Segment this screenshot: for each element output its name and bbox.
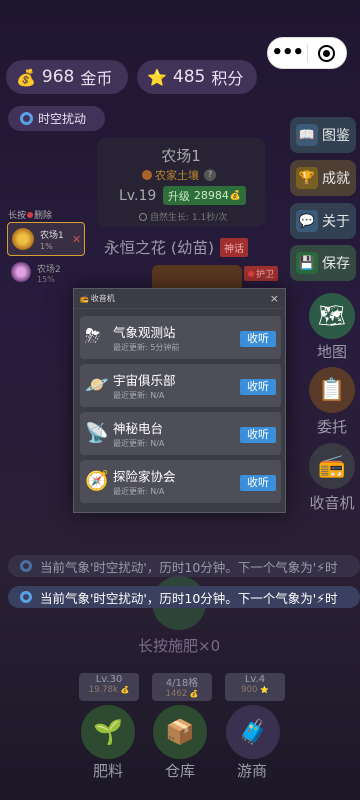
close-miniprogram-icon[interactable] <box>307 44 346 62</box>
fertilize-hint: 长按施肥×0 <box>138 637 221 655</box>
close-icon[interactable]: × <box>270 292 279 305</box>
coins-value: 968 <box>41 67 75 87</box>
soil-row: 农家土壤 ? <box>142 167 216 183</box>
fertilizer-label[interactable]: 肥料 <box>78 760 138 781</box>
planet-icon: 🪐 <box>85 374 109 396</box>
map-label[interactable]: 地图 <box>302 341 360 362</box>
star-icon: ⭐ <box>147 67 167 87</box>
station-cosmos-club: 🪐 宇宙俱乐部 最近更新: N/A 收听 <box>80 364 281 407</box>
trophy-icon: 🏆 <box>296 167 318 189</box>
coins-pill: 💰 968 金币 <box>6 60 128 94</box>
warehouse-stats: 4/18格 1462 💰 <box>152 673 212 701</box>
plant-name: 永恒之花 (幼苗) <box>104 239 215 257</box>
money-bag-icon: 💰 <box>189 690 199 698</box>
points-pill: ⭐ 485 积分 <box>137 60 257 94</box>
swirl-icon <box>20 560 32 572</box>
chat-icon: 💬 <box>296 210 318 232</box>
achievements-button[interactable]: 🏆 成就 <box>290 160 356 196</box>
help-badge[interactable]: ? <box>204 169 216 181</box>
points-unit: 积分 <box>211 69 244 88</box>
station-mystery: 📡 神秘电台 最近更新: N/A 收听 <box>80 412 281 455</box>
flower-icon <box>12 228 34 250</box>
fertilizer-stats: Lv.30 19.78k 💰 <box>79 673 139 701</box>
farm-list-item-1[interactable]: 农场1 1% ✕ <box>7 222 85 256</box>
bloom-icon <box>11 262 31 282</box>
save-button[interactable]: 💾 保存 <box>290 245 356 281</box>
points-value: 485 <box>172 67 206 87</box>
shield-dot-icon <box>248 270 254 277</box>
compass-icon: 🧭 <box>85 470 109 492</box>
station-weather: ⛈ 气象观测站 最近更新: 5分钟前 收听 <box>80 316 281 359</box>
merchant-stats: Lv.4 900 ⭐ <box>225 673 285 701</box>
map-icon[interactable]: 🗺 <box>309 293 355 339</box>
upgrade-button[interactable]: 升级 28984 💰 <box>163 186 246 205</box>
radio-modal: 📻 收音机 × ⛈ 气象观测站 最近更新: 5分钟前 收听 🪐 宇宙俱乐部 最近… <box>73 288 286 513</box>
money-bag-icon: 💰 <box>16 67 36 87</box>
more-menu-icon[interactable]: ••• <box>268 37 307 69</box>
sprout-icon[interactable]: 🌱 <box>81 705 135 759</box>
growth-row: 自然生长: 1.1秒/次 <box>139 210 227 223</box>
money-bag-icon: 💰 <box>120 686 130 694</box>
listen-button[interactable]: 收听 <box>240 427 276 443</box>
commission-label[interactable]: 委托 <box>302 416 360 437</box>
money-bag-icon: 💰 <box>229 190 242 201</box>
weather-ticker: 当前气象'时空扰动'，历时10分钟。下一个气象为'⚡时 <box>8 586 360 608</box>
plant-name-row: 永恒之花 (幼苗) 神话 <box>104 236 249 258</box>
weather-icon: ⛈ <box>85 325 101 347</box>
soil-icon <box>142 170 152 180</box>
miniprogram-capsule: ••• <box>267 37 347 69</box>
listen-button[interactable]: 收听 <box>240 379 276 395</box>
save-icon: 💾 <box>296 252 318 274</box>
farm-list-item-2[interactable]: 农场2 15% <box>7 259 85 289</box>
merchant-label[interactable]: 游商 <box>222 760 282 781</box>
listen-button[interactable]: 收听 <box>240 331 276 347</box>
myth-tag: 神话 <box>220 237 249 257</box>
coins-unit: 金币 <box>80 69 113 88</box>
radio-small-icon: 📻 <box>80 294 89 303</box>
warehouse-label[interactable]: 仓库 <box>150 760 210 781</box>
remove-icon[interactable]: ✕ <box>72 233 81 246</box>
modal-header: 📻 收音机 × <box>74 289 285 309</box>
modal-title: 收音机 <box>90 294 115 303</box>
book-icon: 📖 <box>296 124 318 146</box>
about-button[interactable]: 💬 关于 <box>290 203 356 239</box>
delete-dot-icon <box>27 211 34 218</box>
box-icon[interactable]: 📦 <box>153 705 207 759</box>
swirl-icon <box>20 591 32 603</box>
weather-ticker-faded: 当前气象'时空扰动'，历时10分钟。下一个气象为'⚡时 <box>8 555 360 577</box>
star-icon: ⭐ <box>260 686 269 694</box>
swirl-icon <box>20 112 33 125</box>
radio-label[interactable]: 收音机 <box>302 492 360 513</box>
guard-tag: 护卫 <box>244 266 279 281</box>
farm-level: Lv.19 <box>119 188 157 204</box>
farm-card: 农场1 农家土壤 ? Lv.19 升级 28984 💰 自然生长: 1.1秒/次 <box>97 138 265 227</box>
weather-badge[interactable]: 时空扰动 <box>8 106 105 131</box>
farm-title: 农场1 <box>161 147 201 165</box>
clock-icon <box>139 212 147 221</box>
plant-pot <box>152 265 242 290</box>
luggage-icon[interactable]: 🧳 <box>226 705 280 759</box>
radio-icon[interactable]: 📻 <box>309 443 355 489</box>
farm-list-header: 长按 删除 <box>8 211 53 221</box>
station-explorers: 🧭 探险家协会 最近更新: N/A 收听 <box>80 460 281 503</box>
clipboard-icon[interactable]: 📋 <box>309 367 355 413</box>
satellite-dish-icon: 📡 <box>85 422 109 444</box>
listen-button[interactable]: 收听 <box>240 475 276 491</box>
encyclopedia-button[interactable]: 📖 图鉴 <box>290 117 356 153</box>
